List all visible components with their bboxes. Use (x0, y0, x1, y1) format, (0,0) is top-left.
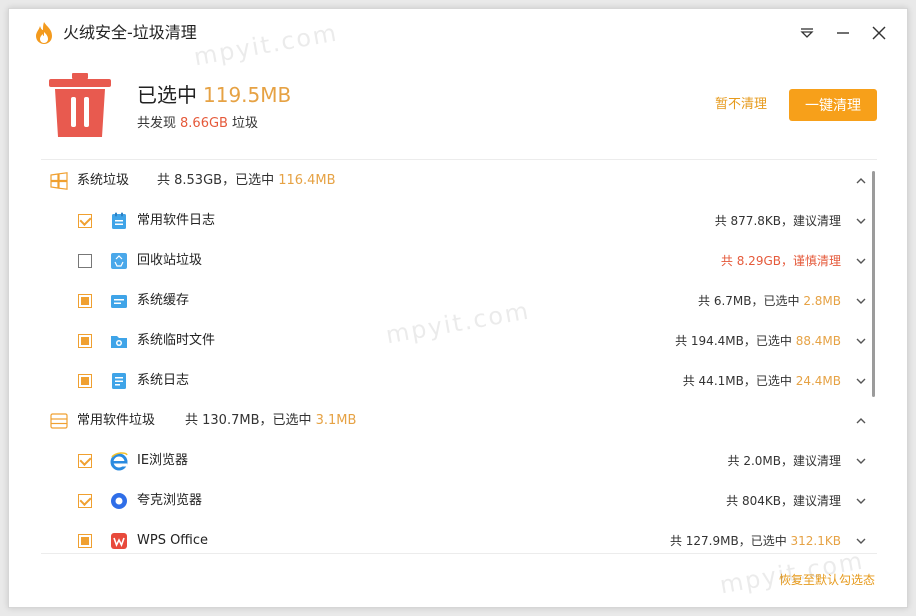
item-checkbox[interactable] (78, 494, 92, 508)
chevron-down-icon[interactable] (853, 213, 869, 229)
recycle-bin-icon (111, 253, 127, 269)
group-selected-size: 3.1MB (315, 413, 357, 428)
item-name: 回收站垃圾 (137, 253, 203, 268)
folder-icon (111, 336, 127, 348)
chevron-down-icon[interactable] (853, 493, 869, 509)
found-prefix: 共发现 (137, 116, 177, 131)
close-button[interactable] (867, 21, 891, 45)
chevron-down-icon[interactable] (853, 373, 869, 389)
list-item-system-logs[interactable]: 系统日志 共 44.1MB，已选中 24.4MB (41, 361, 877, 401)
group-row-software-junk[interactable]: 常用软件垃圾 共 130.7MB，已选中 3.1MB (41, 401, 877, 441)
chevron-down-icon[interactable] (853, 333, 869, 349)
list-item-wps-office[interactable]: WPS Office 共 127.9MB，已选中 312.1KB (41, 521, 877, 553)
item-stats: 共 877.8KB，建议清理 (715, 211, 841, 231)
group-row-system-junk[interactable]: 系统垃圾 共 8.53GB，已选中 116.4MB (41, 161, 877, 201)
header-divider (41, 159, 877, 160)
windows-icon (50, 172, 68, 190)
item-selected-size: 24.4MB (795, 374, 841, 388)
item-stats: 共 8.29GB，谨慎清理 (721, 251, 841, 271)
group-name: 常用软件垃圾 (77, 413, 156, 428)
chevron-down-icon[interactable] (853, 253, 869, 269)
item-name: 系统缓存 (137, 293, 190, 308)
item-name: 系统日志 (137, 373, 190, 388)
document-icon (112, 373, 126, 389)
list-item-software-logs[interactable]: 常用软件日志 共 877.8KB，建议清理 (41, 201, 877, 241)
watermark: mpyit.com (717, 546, 867, 600)
item-stats: 共 194.4MB，已选中 88.4MB (675, 331, 841, 351)
group-stats: 共 8.53GB，已选中 116.4MB (157, 171, 336, 191)
log-file-icon (112, 212, 126, 229)
junk-list: 系统垃圾 共 8.53GB，已选中 116.4MB 常用软件日志 共 877.8… (41, 161, 877, 553)
item-name: IE浏览器 (137, 453, 189, 468)
selected-label: 已选中 (137, 83, 197, 107)
item-stats: 共 804KB，建议清理 (726, 491, 841, 511)
chevron-up-icon[interactable] (853, 173, 869, 189)
item-name: 系统临时文件 (137, 333, 216, 348)
skip-clean-link[interactable]: 暂不清理 (715, 95, 767, 115)
list-item-ie-browser[interactable]: IE浏览器 共 2.0MB，建议清理 (41, 441, 877, 481)
app-window: 火绒安全-垃圾清理 已选中 119.5MB 共发现 8.66GB 垃圾 暂不清理… (8, 8, 908, 608)
item-stats-text: 共 44.1MB，已选中 (682, 374, 792, 388)
item-stats-text: 共 804KB，建议清理 (726, 494, 841, 508)
item-selected-size: 2.8MB (803, 294, 841, 308)
item-name: WPS Office (137, 533, 209, 548)
item-stats-text: 共 194.4MB，已选中 (675, 334, 792, 348)
ie-browser-icon (110, 452, 128, 471)
item-name: 常用软件日志 (137, 213, 216, 228)
footer-divider (41, 553, 877, 554)
huorong-logo-icon (36, 22, 52, 44)
item-name: 夸克浏览器 (137, 493, 203, 508)
item-selected-size: 312.1KB (790, 534, 841, 548)
item-checkbox[interactable] (78, 254, 92, 268)
chevron-down-icon[interactable] (853, 293, 869, 309)
chevron-down-icon[interactable] (853, 453, 869, 469)
chevron-up-icon[interactable] (853, 413, 869, 429)
item-stats: 共 2.0MB，建议清理 (728, 451, 842, 471)
list-item-recycle-bin[interactable]: 回收站垃圾 共 8.29GB，谨慎清理 (41, 241, 877, 281)
item-stats: 共 44.1MB，已选中 24.4MB (683, 371, 841, 391)
quark-browser-icon (111, 493, 127, 509)
cache-icon (111, 295, 127, 308)
group-stats: 共 130.7MB，已选中 3.1MB (185, 411, 356, 431)
group-stats-text: 共 8.53GB，已选中 (157, 173, 275, 188)
minimize-icon (837, 32, 849, 34)
list-box-icon (50, 413, 68, 429)
title-bar: 火绒安全-垃圾清理 (9, 9, 907, 57)
trash-bin-icon (49, 73, 111, 137)
menu-button[interactable] (795, 21, 819, 45)
found-suffix: 垃圾 (231, 116, 258, 131)
item-checkbox[interactable] (78, 334, 92, 348)
list-item-quark-browser[interactable]: 夸克浏览器 共 804KB，建议清理 (41, 481, 877, 521)
item-checkbox[interactable] (78, 294, 92, 308)
menu-dropdown-icon (800, 28, 814, 38)
item-stats-text: 共 6.7MB，已选中 (698, 294, 800, 308)
list-scrollbar[interactable] (872, 171, 875, 397)
item-stats-text: 共 2.0MB，建议清理 (727, 454, 842, 468)
item-checkbox[interactable] (78, 214, 92, 228)
found-size: 8.66GB (180, 116, 228, 131)
item-stats-text: 共 8.29GB，谨慎清理 (720, 254, 841, 268)
selected-size: 119.5MB (203, 83, 292, 107)
group-selected-size: 116.4MB (278, 173, 336, 188)
item-checkbox[interactable] (78, 534, 92, 548)
item-checkbox[interactable] (78, 374, 92, 388)
one-click-clean-button[interactable]: 一键清理 (789, 89, 877, 121)
item-stats-text: 共 127.9MB，已选中 (669, 534, 787, 548)
group-stats-text: 共 130.7MB，已选中 (185, 413, 312, 428)
minimize-button[interactable] (831, 21, 855, 45)
item-checkbox[interactable] (78, 454, 92, 468)
found-summary: 共发现 8.66GB 垃圾 (137, 114, 258, 134)
close-icon (872, 26, 886, 40)
item-stats: 共 127.9MB，已选中 312.1KB (670, 531, 841, 551)
item-stats: 共 6.7MB，已选中 2.8MB (698, 291, 841, 311)
wps-office-icon (111, 533, 127, 549)
selected-summary: 已选中 119.5MB (137, 81, 291, 109)
window-title: 火绒安全-垃圾清理 (63, 23, 197, 42)
item-stats-text: 共 877.8KB，建议清理 (714, 214, 841, 228)
item-selected-size: 88.4MB (795, 334, 841, 348)
group-name: 系统垃圾 (77, 173, 130, 188)
